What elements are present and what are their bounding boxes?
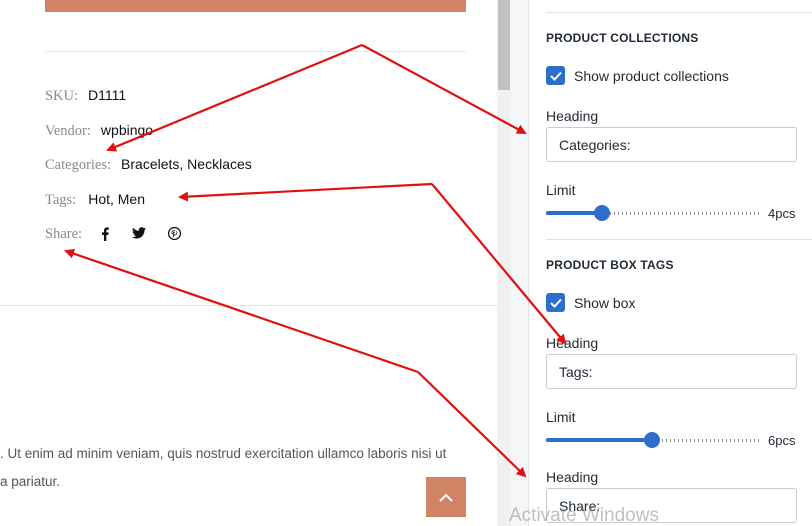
storefront-preview: SKU: D1111 Vendor: wpbingo Categories: Brac… <box>0 0 497 526</box>
slider-thumb[interactable] <box>644 432 660 448</box>
slider-fill <box>546 438 652 442</box>
preview-scrollbar[interactable] <box>497 0 511 526</box>
limit-label: Limit <box>546 409 576 425</box>
panel-edge <box>511 0 529 526</box>
checkbox-checked[interactable] <box>546 293 565 312</box>
share-label: Share: <box>45 226 83 242</box>
heading-label: Heading <box>546 335 599 351</box>
categories-label: Categories: <box>45 157 112 173</box>
collections-limit-value: 4pcs <box>768 206 796 221</box>
limit-label: Limit <box>546 182 576 198</box>
slider-thumb[interactable] <box>594 205 610 221</box>
tags-limit-value: 6pcs <box>768 433 796 448</box>
pinterest-icon[interactable] <box>167 227 181 241</box>
section-title-product-collections: PRODUCT COLLECTIONS <box>546 31 699 45</box>
tags-row: Tags: Hot, Men <box>45 190 145 209</box>
checkmark-icon <box>549 298 562 308</box>
heading-label: Heading <box>546 108 599 124</box>
facebook-icon[interactable] <box>100 227 110 242</box>
product-image-bottom-edge <box>45 0 466 12</box>
description-line: . Ut enim ad minim veniam, quis nostrud … <box>0 446 447 461</box>
vendor-row: Vendor: wpbingo <box>45 121 153 140</box>
checkmark-icon <box>549 71 562 81</box>
show-box-checkbox[interactable]: Show box <box>546 293 635 312</box>
scroll-to-top-button[interactable] <box>426 477 466 517</box>
share-row: Share: <box>45 224 181 243</box>
checkbox-checked[interactable] <box>546 66 565 85</box>
divider <box>546 12 812 13</box>
twitter-icon[interactable] <box>131 227 146 239</box>
divider <box>546 239 812 240</box>
categories-value[interactable]: Bracelets, Necklaces <box>121 156 252 172</box>
sku-row: SKU: D1111 <box>45 86 126 105</box>
description-line: a pariatur. <box>0 474 61 489</box>
scrollbar-thumb[interactable] <box>498 0 510 90</box>
tags-heading-input[interactable] <box>546 354 797 389</box>
vendor-value[interactable]: wpbingo <box>101 122 153 138</box>
share-heading-input[interactable] <box>546 488 797 523</box>
show-product-collections-checkbox[interactable]: Show product collections <box>546 66 729 85</box>
tags-value[interactable]: Hot, Men <box>88 191 145 207</box>
checkbox-label: Show box <box>574 294 636 311</box>
sku-label: SKU: <box>45 88 79 104</box>
tags-label: Tags: <box>45 192 77 208</box>
heading-label: Heading <box>546 469 599 485</box>
chevron-up-icon <box>439 493 453 502</box>
divider <box>45 51 466 52</box>
settings-panel: PRODUCT COLLECTIONS Show product collect… <box>530 0 812 526</box>
tags-limit-slider[interactable] <box>546 432 762 448</box>
collections-limit-slider[interactable] <box>546 205 762 221</box>
checkbox-label: Show product collections <box>574 67 729 84</box>
collections-heading-input[interactable] <box>546 127 797 162</box>
vendor-label: Vendor: <box>45 123 91 139</box>
section-title-product-box-tags: PRODUCT BOX TAGS <box>546 258 674 272</box>
sku-value: D1111 <box>88 87 127 103</box>
section-divider <box>0 305 497 306</box>
categories-row: Categories: Bracelets, Necklaces <box>45 155 252 174</box>
